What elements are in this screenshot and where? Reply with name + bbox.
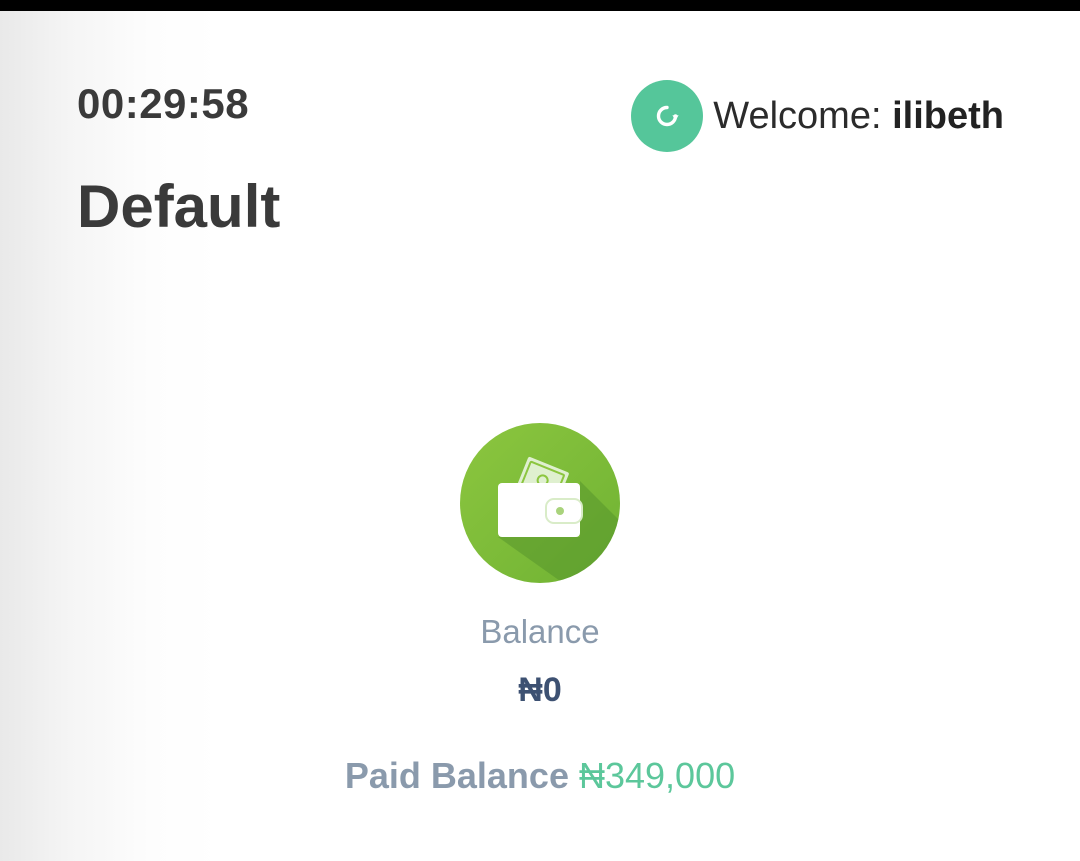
- session-timer: 00:29:58: [77, 80, 250, 127]
- refresh-icon: [657, 105, 679, 127]
- welcome-label: Welcome:: [713, 94, 882, 137]
- welcome-message: Welcome: ilibeth: [713, 95, 1004, 138]
- balance-label: Balance: [480, 613, 600, 650]
- paid-balance-label: Paid Balance: [344, 755, 569, 796]
- welcome-area: Welcome: ilibeth: [631, 80, 1004, 152]
- wallet-icon: [460, 423, 620, 583]
- page-title: Default: [77, 173, 281, 240]
- paid-balance-row: Paid Balance ₦349,000: [0, 755, 1080, 797]
- refresh-button[interactable]: [631, 80, 704, 152]
- status-bar: [0, 0, 1080, 11]
- wallet-badge: [460, 423, 620, 583]
- paid-balance-value: ₦349,000: [578, 755, 736, 796]
- username: ilibeth: [892, 94, 1004, 137]
- balance-value: ₦0: [518, 671, 562, 709]
